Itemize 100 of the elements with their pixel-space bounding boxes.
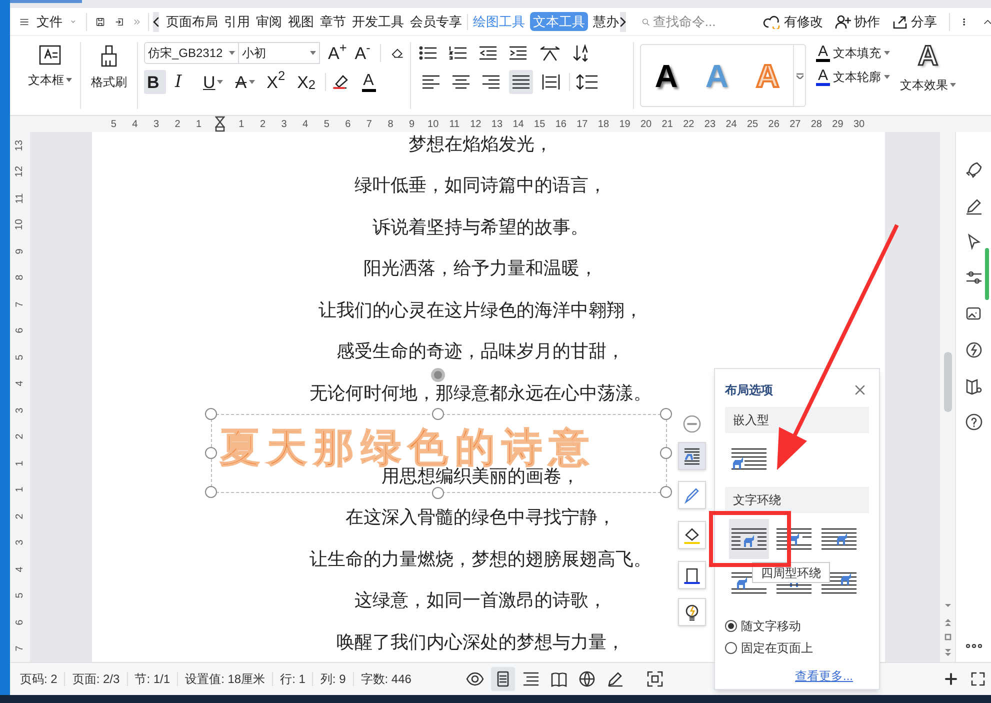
layout-options-button[interactable] [678, 442, 706, 470]
ruler-number: 1 [195, 118, 203, 132]
zoom-in-icon[interactable] [945, 673, 957, 685]
wrap-option[interactable] [729, 519, 769, 559]
format-button[interactable]: X$_{2}$ [294, 70, 318, 94]
ribbon-tab[interactable]: 页面布局 [164, 12, 219, 32]
ruler-number: 5 [14, 354, 26, 360]
format-button[interactable]: B [144, 70, 166, 94]
ruler-number: 2 [14, 434, 26, 440]
toolbar-action[interactable]: 有修改 [784, 12, 823, 32]
help-icon[interactable] [964, 413, 982, 431]
next-page-icon[interactable] [944, 648, 952, 657]
indent-marker[interactable] [215, 116, 226, 132]
align-button[interactable] [509, 70, 533, 94]
ribbon-tab[interactable]: 开发工具 [350, 12, 405, 32]
file-menu[interactable]: 文件 [36, 12, 63, 32]
outdent-icon[interactable] [479, 46, 497, 60]
ruler-number: 2 [14, 513, 26, 520]
pen-icon[interactable] [964, 197, 982, 215]
lightning-icon[interactable] [964, 341, 982, 359]
focus-mode-icon[interactable] [647, 671, 664, 687]
format-button[interactable]: A [232, 70, 258, 94]
view-mode-button[interactable] [491, 667, 516, 691]
scroll-right-button[interactable] [620, 12, 626, 32]
poem-line: 感受生命的奇迹，品味岁月的甘甜， [336, 343, 624, 362]
radio-button[interactable] [725, 642, 737, 654]
ruler-number: 6 [14, 328, 26, 334]
font-size-button[interactable]: A$^{-}$ [354, 44, 370, 62]
collapse-icon[interactable] [984, 18, 991, 26]
text-style-preset[interactable]: A [654, 60, 678, 92]
book-search-icon[interactable] [964, 377, 982, 395]
status-item: 页面: 2/3 [72, 671, 120, 688]
rocket-icon[interactable] [964, 161, 982, 179]
fullscreen-icon[interactable] [971, 672, 985, 686]
text-fill-button[interactable]: 文本填充 [833, 44, 881, 62]
more-link[interactable]: 查看更多... [795, 667, 869, 685]
ribbon-tab[interactable]: 视图 [286, 12, 315, 32]
ruler-number: 1 [14, 486, 26, 493]
eraser-icon[interactable] [391, 46, 404, 60]
previous-page-icon[interactable] [944, 618, 952, 627]
ribbon-tab[interactable]: 慧办 [592, 12, 620, 32]
text-fill-glyph: A [818, 44, 828, 59]
status-item: 节: 1/1 [134, 671, 170, 688]
select-browse-icon[interactable] [944, 633, 952, 642]
sort-icon[interactable] [573, 44, 589, 62]
line-spacing-icon[interactable] [576, 74, 598, 90]
poem-line: 唤醒了我们内心深处的梦想与力量， [336, 634, 624, 652]
indent-icon[interactable] [509, 46, 527, 60]
scrollbar-thumb[interactable] [944, 352, 952, 412]
font-size-button[interactable]: A$^{+}$ [328, 44, 347, 62]
toolbar-action[interactable]: 分享 [910, 12, 937, 32]
radio-option[interactable]: 随文字移动 [725, 617, 869, 635]
ribbon-tab[interactable]: 章节 [318, 12, 347, 32]
close-icon[interactable] [855, 385, 865, 395]
format-button[interactable]: I [172, 70, 194, 94]
collapse-circle-icon[interactable] [683, 415, 701, 433]
add-person-icon[interactable] [834, 14, 851, 28]
ruler-number: 25 [746, 118, 760, 132]
search-field[interactable]: 查找命令... [652, 12, 743, 32]
outline-style-button[interactable] [678, 481, 706, 509]
font-color-button[interactable]: A [362, 72, 376, 92]
chevron-down-icon[interactable] [70, 18, 76, 24]
ribbon-tab[interactable]: 绘图工具 [472, 12, 526, 32]
ribbon-tab[interactable]: 引用 [222, 12, 251, 32]
ruler-number: 10 [426, 118, 440, 132]
ruler-number: 3 [14, 407, 26, 414]
frame-icon [683, 566, 701, 584]
text-box-button[interactable]: 文本框 [28, 71, 64, 89]
format-button[interactable]: X$^{2}$ [264, 70, 288, 94]
brush-icon[interactable] [99, 44, 119, 68]
bullet-list-icon[interactable] [419, 46, 437, 60]
ruler-number: 5 [110, 118, 118, 132]
ruler-number: 2 [174, 118, 182, 132]
scroll-left-button[interactable] [152, 12, 159, 32]
radio-button[interactable] [725, 620, 737, 632]
ribbon-tab[interactable]: 会员专享 [408, 12, 463, 32]
chevron-left-icon [152, 16, 159, 26]
toolbar-action[interactable]: 协作 [854, 12, 880, 32]
text-direction-icon[interactable] [539, 45, 561, 61]
share-icon[interactable] [892, 14, 908, 28]
gallery-more-icon[interactable] [796, 72, 804, 78]
ribbon-tab[interactable]: 审阅 [254, 12, 283, 32]
format-painter-button[interactable]: 格式刷 [91, 73, 127, 91]
numbered-list-icon[interactable] [449, 46, 467, 60]
more-chevrons-icon[interactable] [134, 16, 140, 26]
idea-button[interactable] [678, 598, 706, 626]
text-box-icon[interactable] [38, 44, 62, 66]
wrap-layout-icon [683, 447, 701, 465]
radio-option[interactable]: 固定在页面上 [725, 639, 869, 657]
cloud-sync-icon[interactable] [762, 14, 781, 28]
more-dots-icon[interactable] [966, 644, 982, 648]
format-button[interactable]: U [200, 70, 226, 94]
border-button[interactable] [678, 561, 706, 589]
text-outline-button[interactable]: 文本轮廓 [833, 68, 881, 86]
ruler-number: 4 [14, 566, 26, 572]
poem-line: 阳光洒落，给予力量和温暖， [364, 260, 598, 278]
ruler-number: 21 [660, 118, 674, 132]
fill-button[interactable] [678, 521, 706, 549]
text-effect-button[interactable]: 文本效果 [900, 76, 948, 94]
status-item: 字数: 446 [360, 671, 412, 688]
